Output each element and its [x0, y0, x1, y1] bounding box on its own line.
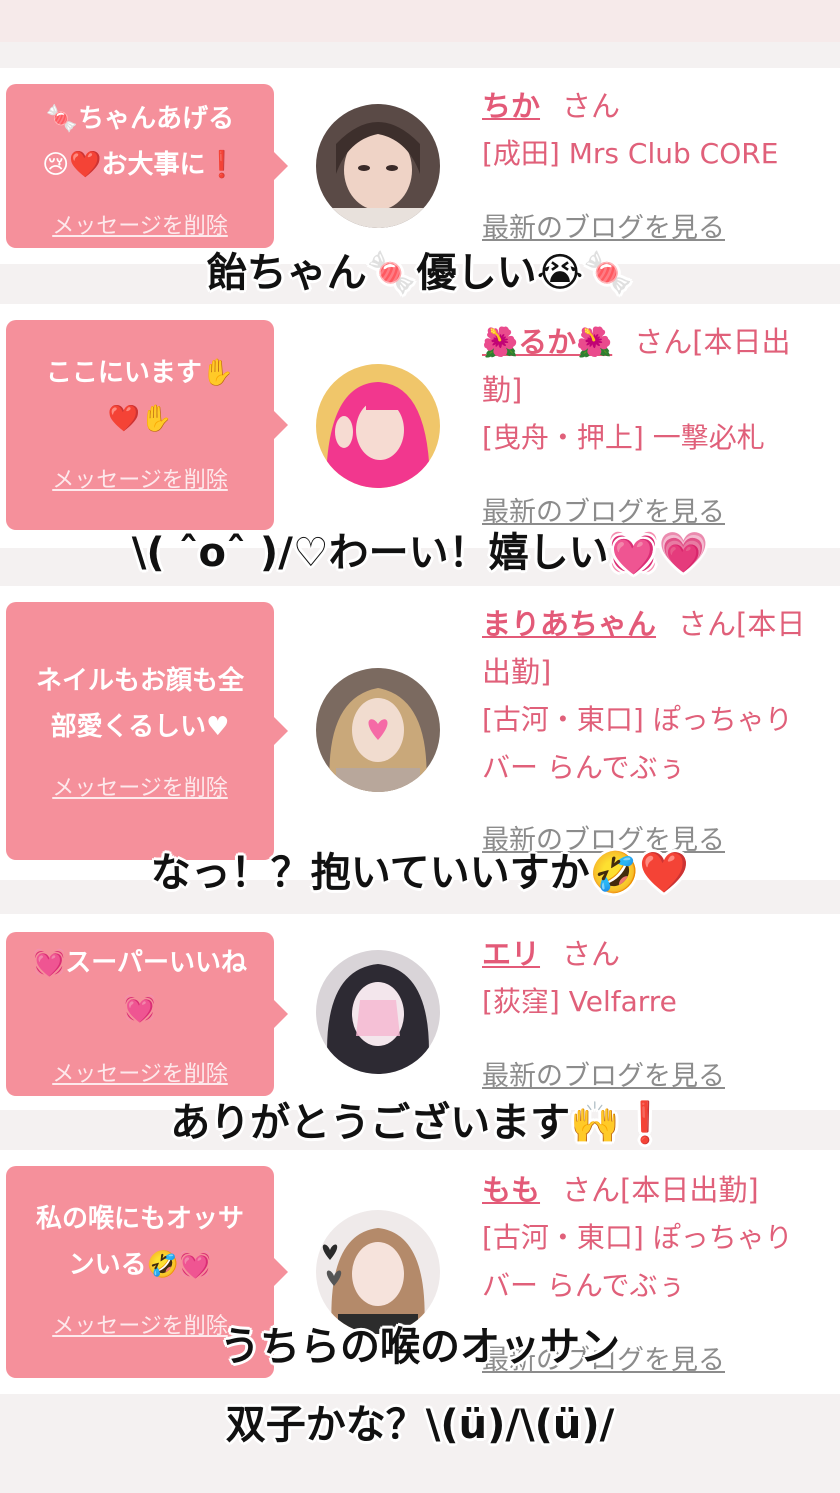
message-text: 私の喉にもオッサ	[35, 1204, 244, 1234]
message-bubble: ここにいます✋ ❤️✋ メッセージを削除	[6, 320, 288, 530]
honorific: さん	[562, 937, 621, 971]
user-name-link[interactable]: ちか	[482, 89, 540, 123]
user-info: 🌺るか🌺 さん[本日出 勤] [曳舟・押上] 一撃必札	[482, 318, 834, 462]
honorific: さん	[562, 89, 621, 123]
avatar[interactable]	[316, 668, 440, 792]
honorific: さん[本日出	[634, 325, 791, 359]
message-text: ンいる🤣💓	[68, 1250, 212, 1280]
shop-name: [古河・東口] ぽっちゃり	[482, 703, 793, 736]
delete-message-link[interactable]: メッセージを削除	[6, 1056, 274, 1088]
message-text: 部愛くるしい♥	[50, 712, 230, 742]
avatar[interactable]	[316, 104, 440, 228]
user-name-link[interactable]: エリ	[482, 937, 540, 971]
overlay-caption: うちらの喉のオッサン	[220, 1324, 620, 1370]
delete-message-link[interactable]: メッセージを削除	[6, 770, 274, 802]
message-bubble: 💓スーパーいいね 💓 メッセージを削除	[6, 932, 288, 1096]
message-text: ネイルもお顔も全	[35, 666, 244, 696]
message-bubble: 🍬ちゃんあげる 😢❤️お大事に❗ メッセージを削除	[6, 84, 288, 248]
shop-name: [荻窪] Velfarre	[482, 985, 677, 1018]
honorific: さん[本日出勤]	[562, 1173, 759, 1207]
message-text: 😢❤️お大事に❗	[42, 150, 238, 180]
message-text: 💓スーパーいいね	[32, 948, 248, 978]
shop-name: バー らんでぶぅ	[482, 1269, 686, 1302]
latest-blog-link[interactable]: 最新のブログを見る	[482, 1054, 725, 1093]
shop-name: [曳舟・押上] 一撃必札	[482, 421, 765, 454]
user-name-link[interactable]: もも	[482, 1173, 540, 1207]
avatar[interactable]	[316, 950, 440, 1074]
delete-message-link[interactable]: メッセージを削除	[6, 208, 274, 240]
user-info: まりあちゃん さん[本日 出勤] [古河・東口] ぽっちゃり バー らんでぶぅ	[482, 600, 834, 792]
honorific: さん[本日	[678, 607, 806, 641]
overlay-caption: \( ˆoˆ )/♡わーい！嬉しい💓💗	[131, 530, 709, 576]
user-info: ちか さん [成田] Mrs Club CORE	[482, 82, 834, 178]
avatar[interactable]	[316, 364, 440, 488]
shop-name: バー らんでぶぅ	[482, 751, 686, 784]
user-name-link[interactable]: 🌺るか🌺	[482, 325, 612, 359]
message-text: ❤️✋	[107, 404, 173, 434]
shop-name: [成田] Mrs Club CORE	[482, 137, 779, 170]
message-text: ここにいます✋	[45, 358, 235, 388]
honorific-cont: 出勤]	[482, 655, 552, 689]
message-text: 🍬ちゃんあげる	[45, 104, 235, 134]
overlay-caption: 双子かな？\(ü)/\(ü)/	[225, 1402, 615, 1448]
user-info: エリ さん [荻窪] Velfarre	[482, 930, 834, 1026]
delete-message-link[interactable]: メッセージを削除	[6, 462, 274, 494]
message-bubble: ネイルもお顔も全 部愛くるしい♥ メッセージを削除	[6, 602, 288, 860]
overlay-caption: なっ！？抱いていいすか🤣❤️	[150, 850, 690, 896]
honorific-cont: 勤]	[482, 373, 523, 407]
user-name-link[interactable]: まりあちゃん	[482, 607, 656, 641]
overlay-caption: 飴ちゃん🍬優しい😭🍬	[206, 250, 634, 296]
top-band	[0, 0, 840, 42]
user-info: もも さん[本日出勤] [古河・東口] ぽっちゃり バー らんでぶぅ	[482, 1166, 834, 1310]
shop-name: [古河・東口] ぽっちゃり	[482, 1221, 793, 1254]
overlay-caption: ありがとうございます🙌❗	[170, 1100, 670, 1146]
message-text: 💓	[123, 994, 157, 1024]
